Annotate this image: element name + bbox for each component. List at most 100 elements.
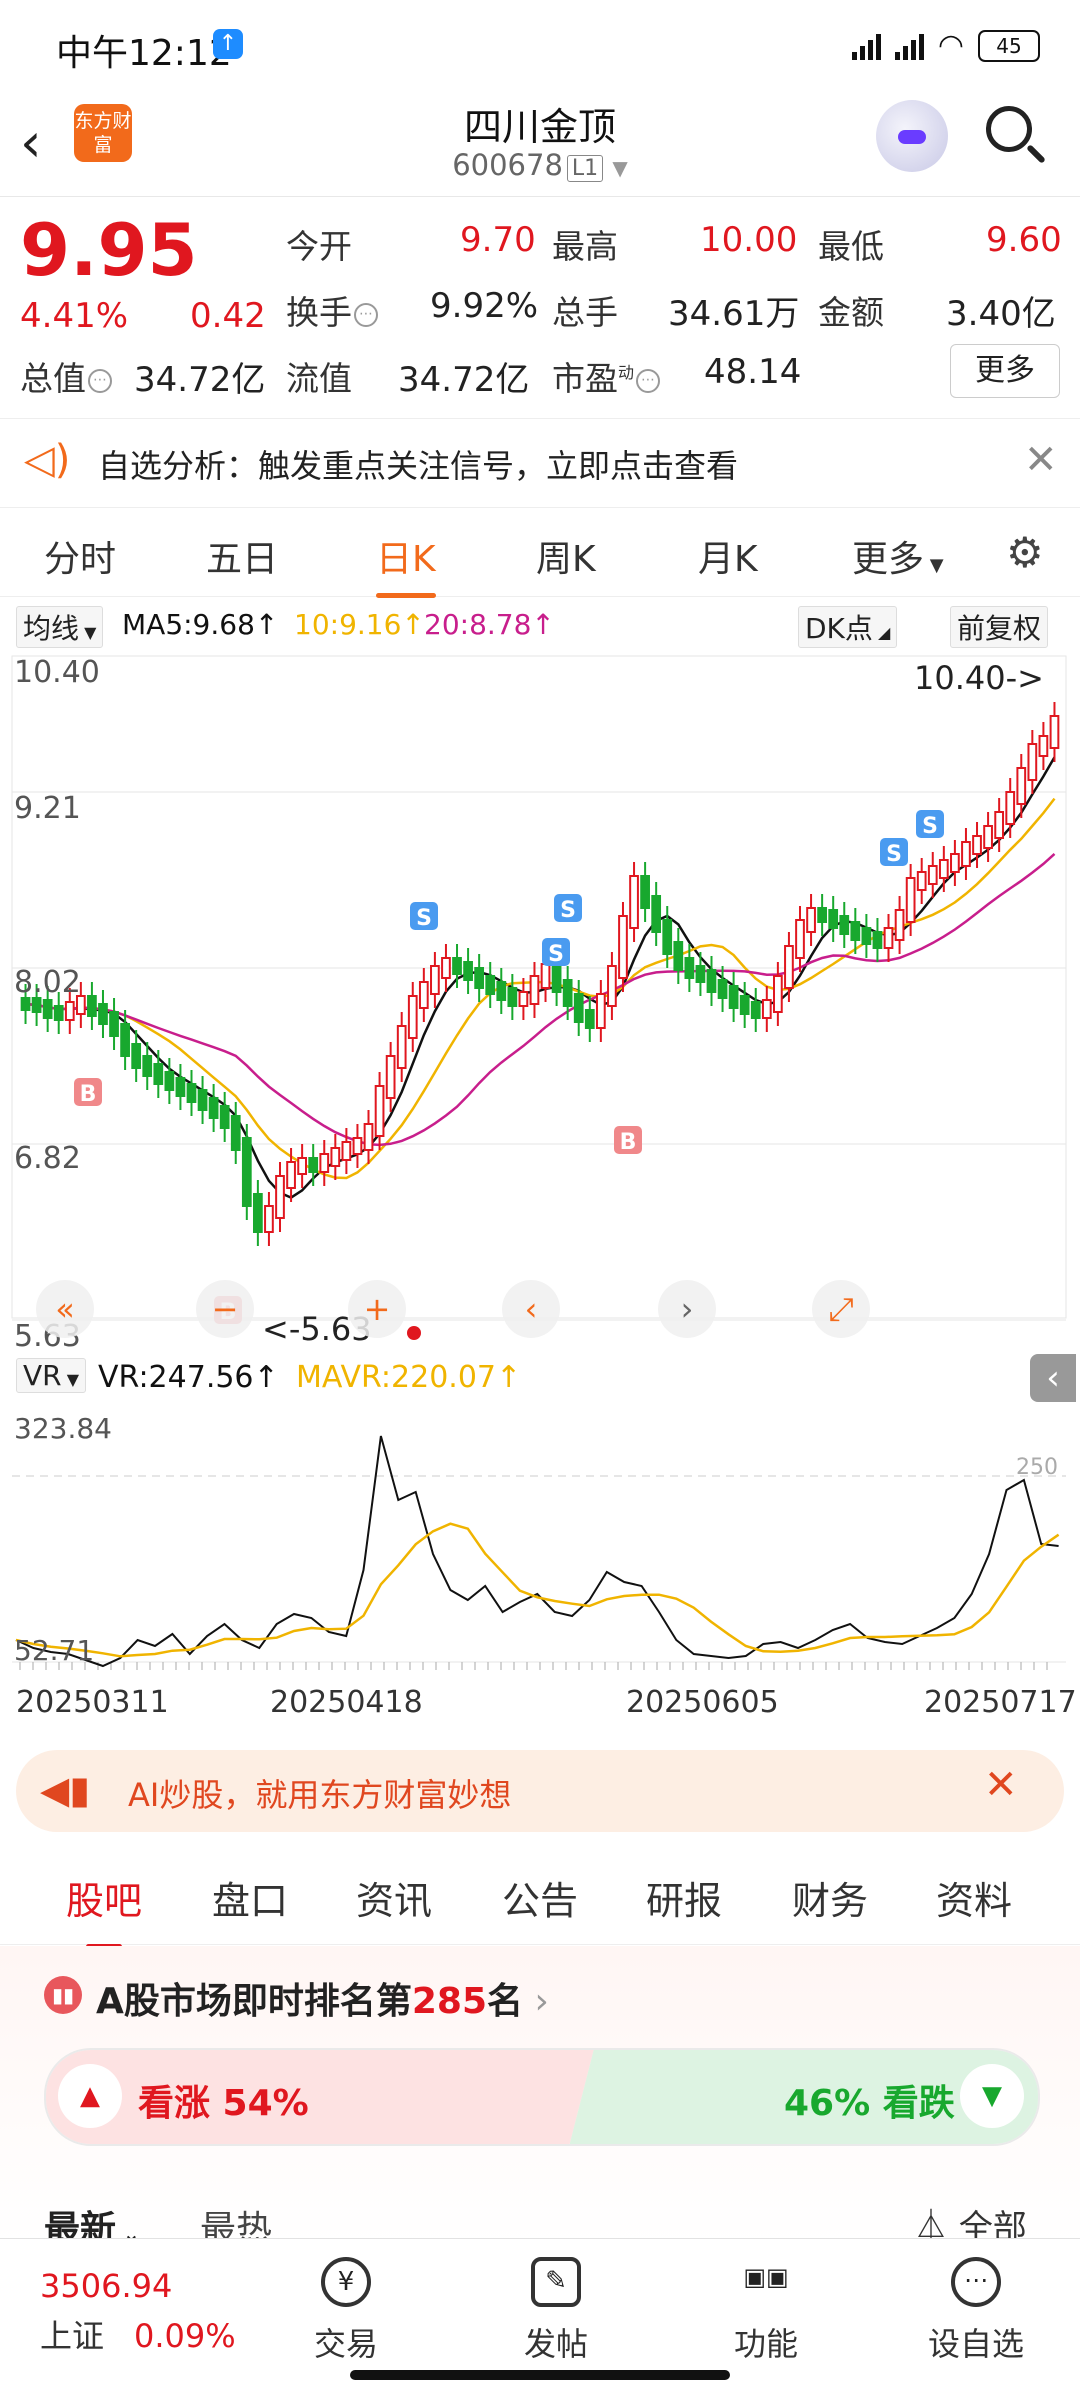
candle — [186, 1083, 197, 1103]
amount-label: 金额 — [818, 293, 884, 332]
edit-icon: ✎ — [531, 2257, 581, 2307]
candle — [795, 919, 805, 959]
candle — [1027, 743, 1038, 781]
tab-profile[interactable]: 资料 — [936, 1870, 1012, 1925]
tab-forum[interactable]: 股吧 — [66, 1870, 142, 1949]
candle — [153, 1063, 164, 1085]
mktcap-label[interactable]: 总值 ⋯ — [20, 352, 112, 400]
yen-icon: ¥ — [321, 2257, 371, 2307]
tab-finance[interactable]: 财务 — [792, 1870, 868, 1925]
bullish-bar[interactable] — [46, 2050, 594, 2144]
open-value: 9.70 — [460, 220, 536, 260]
scroll-left-icon[interactable]: ‹ — [502, 1280, 560, 1338]
candle — [385, 1055, 396, 1099]
bullish-arrow-icon[interactable]: ▲ — [58, 2064, 122, 2128]
signal-label: S — [560, 898, 576, 923]
scroll-left-fast-icon[interactable]: « — [36, 1280, 94, 1338]
candle — [1016, 767, 1027, 805]
candle — [728, 985, 739, 1009]
tab-announcements[interactable]: 公告 — [502, 1870, 578, 1925]
period-tabs: 分时 五日 日K 周K 月K 更多 ▼ ⚙ — [0, 512, 1080, 598]
scroll-right-icon[interactable]: › — [658, 1280, 716, 1338]
nav-post[interactable]: ✎ 发帖 — [486, 2257, 626, 2365]
search-icon[interactable] — [986, 106, 1032, 152]
candle — [695, 965, 706, 983]
candle — [584, 1009, 595, 1029]
chevron-down-icon: ▼ — [612, 156, 628, 180]
vr-chart[interactable]: 323.84 52.71 250 20250311 20250418 20250… — [0, 1404, 1080, 1740]
signal-icon — [851, 32, 881, 60]
analysis-banner[interactable]: ◁) 自选分析：触发重点关注信号，立即点击查看 ✕ — [0, 418, 1080, 508]
signal-label: B — [620, 1130, 637, 1155]
candle — [275, 1175, 285, 1219]
candle — [120, 1023, 130, 1057]
pe-label[interactable]: 市盈动 ⋯ — [552, 352, 661, 400]
high-value: 10.00 — [700, 220, 798, 260]
candle — [883, 927, 894, 949]
candle — [839, 915, 850, 935]
nav-trade[interactable]: ¥ 交易 — [276, 2257, 416, 2365]
tab-five-day[interactable]: 五日 — [206, 530, 278, 582]
ma-selector[interactable]: 均线 ▼ — [16, 606, 104, 648]
close-icon[interactable]: ✕ — [1024, 437, 1058, 483]
candle — [308, 1157, 319, 1173]
stock-code: 600678 — [452, 148, 563, 182]
candle — [828, 909, 839, 929]
candle — [562, 979, 573, 1007]
nav-add-watchlist[interactable]: ⋯ 设自选 — [906, 2257, 1046, 2365]
more-button[interactable]: 更多 — [950, 344, 1060, 398]
tab-daily-k[interactable]: 日K — [376, 530, 436, 598]
info-icon: ⋯ — [354, 302, 378, 327]
candle — [319, 1153, 330, 1173]
ytick-label: 10.40 — [14, 655, 100, 690]
fullscreen-icon[interactable]: ⤢ — [812, 1280, 870, 1338]
xtick-label: 20250605 — [626, 1685, 779, 1720]
candle — [761, 999, 772, 1019]
ma10-value: 10:9.16↑ — [294, 608, 425, 641]
candle — [341, 1141, 352, 1161]
tab-weekly-k[interactable]: 周K — [536, 530, 596, 582]
tab-news[interactable]: 资讯 — [356, 1870, 432, 1925]
zoom-in-icon[interactable]: + — [348, 1280, 406, 1338]
nav-functions[interactable]: ▣▣ 功能 — [696, 2257, 836, 2365]
ma-line — [25, 756, 1056, 1200]
dk-selector[interactable]: DK点 ◢ — [798, 606, 898, 648]
gear-icon[interactable]: ⚙ — [1006, 528, 1044, 577]
signals: BBSSSBSS — [74, 810, 944, 1325]
ai-assistant-icon[interactable] — [876, 100, 948, 172]
tab-more[interactable]: 更多 ▼ — [852, 530, 944, 582]
close-icon[interactable]: ✕ — [984, 1762, 1018, 1808]
candle — [241, 1137, 252, 1207]
collapse-arrow-icon[interactable]: ‹ — [1030, 1354, 1076, 1402]
index-ticker[interactable]: 3506.94 上证 0.09% — [40, 2267, 236, 2357]
ma20-value: 20:8.78↑ — [424, 608, 555, 641]
indicator-selector[interactable]: VR ▼ — [16, 1358, 86, 1393]
candle — [861, 927, 872, 945]
news-tabs: 股吧 盘口 资讯 公告 研报 财务 资料 — [0, 1850, 1080, 1949]
kline-chart[interactable]: BBSSSBSS 10.40 9.21 8.02 6.82 5.63 10.40… — [0, 652, 1080, 1352]
candle — [894, 909, 905, 941]
candle — [418, 981, 429, 1009]
candle — [330, 1147, 341, 1167]
candle — [938, 859, 949, 879]
status-time: 中午12:12 — [56, 33, 232, 74]
vr-lines — [15, 1435, 1060, 1668]
tab-intraday[interactable]: 分时 — [44, 530, 116, 582]
ai-banner[interactable]: ◀▮ AI炒股，就用东方财富妙想 ✕ — [16, 1750, 1064, 1832]
tab-order-book[interactable]: 盘口 — [212, 1870, 288, 1925]
tab-monthly-k[interactable]: 月K — [698, 530, 758, 582]
candle — [42, 999, 53, 1019]
zoom-out-icon[interactable]: − — [196, 1280, 254, 1338]
latest-dot — [407, 1326, 421, 1340]
adjust-selector[interactable]: 前复权 — [950, 606, 1049, 648]
tab-research[interactable]: 研报 — [646, 1870, 722, 1925]
signal-icon-2 — [894, 32, 924, 60]
bearish-arrow-icon[interactable]: ▼ — [960, 2064, 1024, 2128]
candle — [607, 965, 617, 1007]
candle — [142, 1055, 153, 1077]
turnover-label[interactable]: 换手 ⋯ — [286, 286, 378, 334]
candle — [452, 957, 462, 975]
wifi-icon: ◠ — [937, 28, 964, 63]
rank-text[interactable]: A股市场即时排名第285名 › — [96, 1972, 549, 2024]
candle — [286, 1161, 296, 1189]
